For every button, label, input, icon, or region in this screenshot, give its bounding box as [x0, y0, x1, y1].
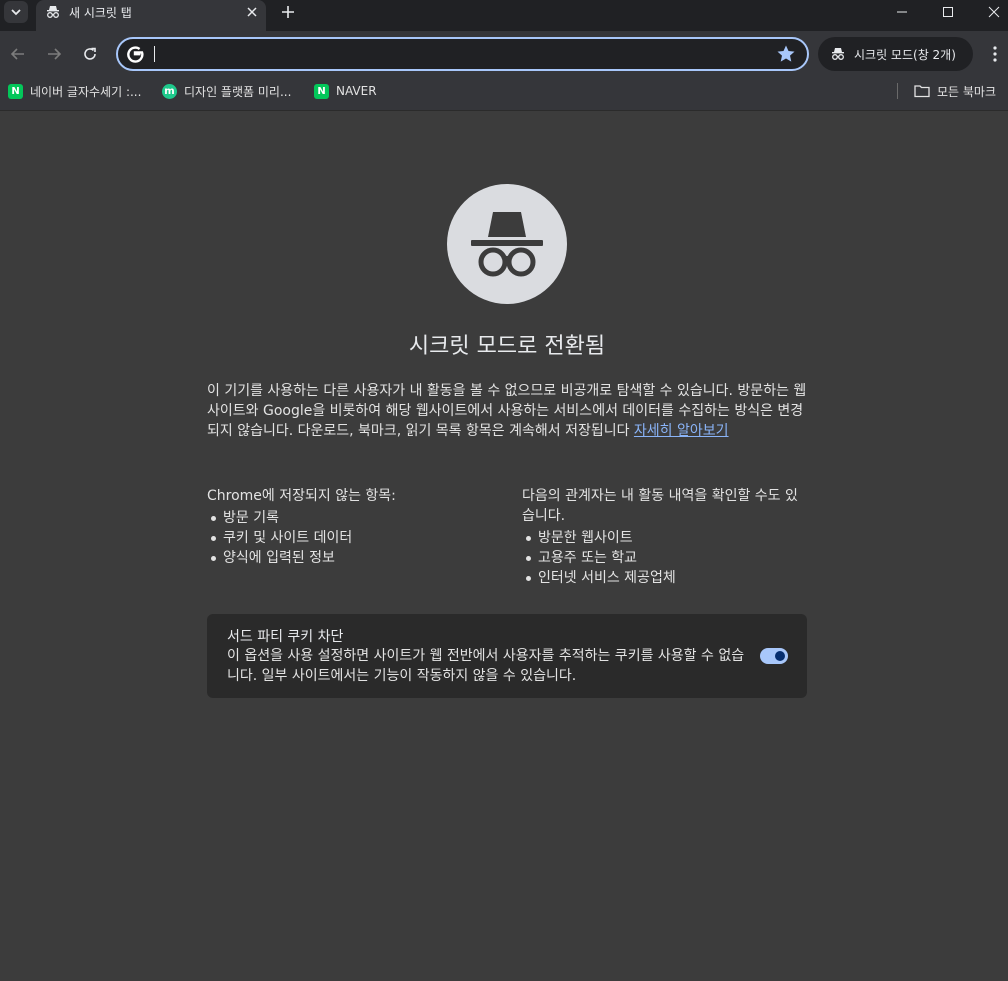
new-tab-button[interactable]: [278, 2, 298, 22]
bookmark-label: 디자인 플랫폼 미리...: [184, 84, 292, 99]
list-item: 양식에 입력된 정보: [211, 548, 497, 568]
arrow-left-icon: [10, 48, 24, 60]
maximize-icon: [943, 7, 953, 17]
may-be-visible-list: 방문한 웹사이트 고용주 또는 학교 인터넷 서비스 제공업체: [522, 528, 807, 588]
page-title: 시크릿 모드로 전환됨: [408, 334, 606, 359]
all-bookmarks-label: 모든 북마크: [937, 84, 997, 99]
list-item: 방문 기록: [211, 508, 497, 528]
design-platform-icon: m: [162, 83, 177, 99]
cookie-card-title: 서드 파티 쿠키 차단: [227, 629, 344, 645]
incognito-hero-icon: [447, 184, 567, 304]
folder-icon: [914, 85, 930, 98]
tab-title: 새 시크릿 탭: [69, 6, 132, 20]
all-bookmarks-button[interactable]: 모든 북마크: [914, 82, 996, 100]
bookmark-star-icon[interactable]: [776, 44, 796, 64]
incognito-icon: [471, 212, 543, 277]
incognito-icon: [832, 48, 844, 60]
reload-icon: [84, 47, 96, 60]
bookmark-label: NAVER: [336, 84, 377, 98]
incognito-window-count: 시크릿 모드(창 2개): [854, 47, 956, 62]
not-saved-heading: Chrome에 저장되지 않는 항목:: [207, 488, 396, 504]
bookmark-item[interactable]: N 네이버 글자수세기 :...: [8, 82, 141, 100]
third-party-cookie-card: 서드 파티 쿠키 차단 이 옵션을 사용 설정하면 사이트가 웹 전반에서 사용…: [207, 614, 807, 698]
minimize-icon: [897, 11, 907, 13]
bookmark-item[interactable]: N NAVER: [314, 82, 377, 100]
maximize-button[interactable]: [938, 2, 958, 22]
close-icon: [988, 6, 1000, 18]
tab-search-button[interactable]: [4, 1, 28, 23]
incognito-description: 이 기기를 사용하는 다른 사용자가 내 활동을 볼 수 없으므로 비공개로 탐…: [207, 381, 807, 441]
list-item: 방문한 웹사이트: [526, 528, 807, 548]
text-caret: [154, 46, 155, 62]
bookmark-label: 네이버 글자수세기 :...: [30, 84, 142, 99]
close-icon[interactable]: [244, 4, 260, 20]
list-item: 인터넷 서비스 제공업체: [526, 568, 807, 588]
toggle-knob: [775, 651, 785, 661]
bookmark-item[interactable]: m 디자인 플랫폼 미리...: [162, 82, 291, 100]
close-window-button[interactable]: [984, 2, 1004, 22]
toolbar: 시크릿 모드(창 2개): [0, 31, 1008, 77]
reload-button[interactable]: [78, 42, 102, 66]
bookmarks-divider: [897, 83, 898, 99]
plus-icon: [282, 6, 294, 18]
list-item: 쿠키 및 사이트 데이터: [211, 528, 497, 548]
minimize-button[interactable]: [892, 2, 912, 22]
not-saved-section: Chrome에 저장되지 않는 항목: 방문 기록 쿠키 및 사이트 데이터 양…: [207, 486, 497, 568]
incognito-badge-button[interactable]: 시크릿 모드(창 2개): [818, 37, 973, 71]
bookmarks-bar: N 네이버 글자수세기 :... m 디자인 플랫폼 미리... N NAVER…: [0, 77, 1008, 111]
back-button[interactable]: [6, 42, 30, 66]
more-vert-icon: [993, 46, 997, 62]
learn-more-link[interactable]: 자세히 알아보기: [634, 423, 729, 439]
forward-button[interactable]: [42, 42, 66, 66]
naver-icon: N: [314, 83, 329, 99]
chevron-down-icon: [11, 9, 21, 16]
address-bar[interactable]: [116, 37, 809, 71]
address-input[interactable]: [156, 43, 756, 65]
google-icon: [127, 46, 144, 63]
block-cookies-toggle[interactable]: [760, 648, 788, 664]
chrome-menu-button[interactable]: [985, 42, 1005, 66]
not-saved-list: 방문 기록 쿠키 및 사이트 데이터 양식에 입력된 정보: [207, 508, 497, 568]
incognito-icon: [47, 6, 59, 18]
tab-incognito[interactable]: 새 시크릿 탭: [36, 0, 266, 31]
naver-icon: N: [8, 83, 23, 99]
may-be-visible-section: 다음의 관계자는 내 활동 내역을 확인할 수도 있습니다. 방문한 웹사이트 …: [522, 486, 807, 588]
tab-strip: 새 시크릿 탭: [0, 0, 1008, 31]
cookie-card-description: 이 옵션을 사용 설정하면 사이트가 웹 전반에서 사용자를 추적하는 쿠키를 …: [227, 648, 745, 684]
list-item: 고용주 또는 학교: [526, 548, 807, 568]
arrow-right-icon: [48, 48, 62, 60]
may-be-visible-heading: 다음의 관계자는 내 활동 내역을 확인할 수도 있습니다.: [522, 488, 798, 524]
